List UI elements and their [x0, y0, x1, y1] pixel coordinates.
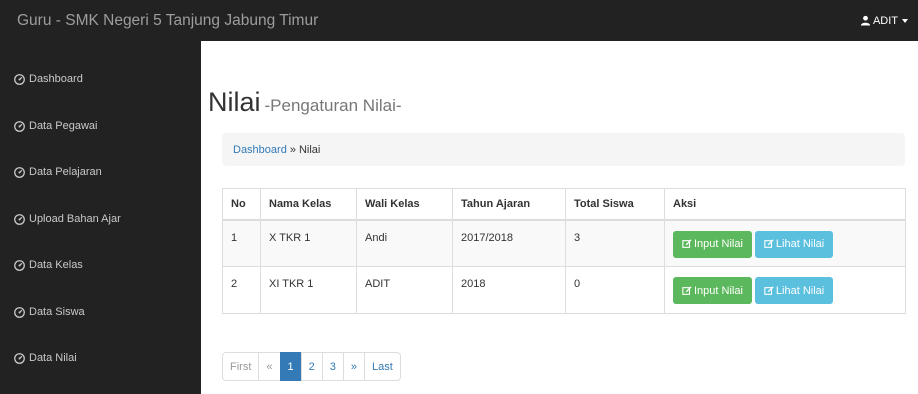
sidebar-item-data-nilai[interactable]: Data Nilai [14, 350, 77, 366]
sidebar-item-label: Dashboard [29, 73, 83, 85]
col-header-aksi: Aksi [664, 188, 906, 221]
sidebar-item-data-pegawai[interactable]: Data Pegawai [14, 118, 98, 134]
pagination: First « 1 2 3 » Last [222, 352, 401, 381]
input-nilai-label: Input Nilai [694, 238, 743, 250]
edit-icon [682, 239, 692, 249]
sidebar-item-label: Data Pelajaran [29, 166, 102, 178]
pagination-first[interactable]: First [222, 352, 260, 381]
user-icon [860, 15, 871, 26]
top-navbar: Guru - SMK Negeri 5 Tanjung Jabung Timur… [0, 0, 918, 41]
page-title: Nilai -Pengaturan Nilai- [208, 87, 402, 118]
col-header-total-siswa: Total Siswa [565, 188, 665, 221]
cell-wali-kelas: Andi [356, 219, 453, 267]
cell-nama-kelas: XI TKR 1 [260, 266, 357, 314]
sidebar-item-label: Data Kelas [29, 259, 83, 271]
cell-nama-kelas: X TKR 1 [260, 219, 357, 267]
cell-aksi: Input Nilai Lihat Nilai [664, 266, 906, 314]
table-header-row: No Nama Kelas Wali Kelas Tahun Ajaran To… [222, 188, 906, 221]
cell-total-siswa: 0 [565, 266, 665, 314]
input-nilai-label: Input Nilai [694, 284, 743, 297]
sidebar-item-label: Data Nilai [29, 352, 77, 364]
sidebar-item-dashboard[interactable]: Dashboard [14, 71, 83, 87]
pagination-page-3[interactable]: 3 [321, 352, 344, 381]
pagination-page-1[interactable]: 1 [279, 352, 302, 381]
pagination-page-2[interactable]: 2 [300, 352, 323, 381]
sidebar-item-label: Upload Bahan Ajar [29, 213, 121, 225]
col-header-tahun-ajaran: Tahun Ajaran [452, 188, 566, 221]
edit-icon [764, 286, 774, 296]
sidebar-item-data-pelajaran[interactable]: Data Pelajaran [14, 164, 102, 180]
dashboard-icon [14, 167, 25, 178]
dashboard-icon [14, 74, 25, 85]
input-nilai-button[interactable]: Input Nilai [673, 230, 752, 258]
main-content: Nilai -Pengaturan Nilai- Dashboard » Nila… [201, 41, 918, 394]
sidebar-item-upload-bahan-ajar[interactable]: Upload Bahan Ajar [14, 211, 121, 227]
sidebar-item-data-kelas[interactable]: Data Kelas [14, 257, 83, 273]
breadcrumb-current: Nilai [298, 143, 321, 156]
dashboard-icon [14, 121, 25, 132]
table-row: 1 X TKR 1 Andi 2017/2018 3 Input Nilai L… [222, 219, 906, 267]
col-header-nama-kelas: Nama Kelas [260, 188, 357, 221]
sidebar: Dashboard Data Pegawai Data Pelajaran Up… [0, 41, 201, 394]
dashboard-icon [14, 353, 25, 364]
breadcrumb-separator: » [289, 143, 296, 156]
lihat-nilai-label: Lihat Nilai [775, 238, 825, 250]
cell-tahun-ajaran: 2018 [452, 266, 566, 314]
col-header-wali-kelas: Wali Kelas [356, 188, 453, 221]
dashboard-icon [14, 214, 25, 225]
sidebar-item-label: Data Siswa [29, 306, 85, 318]
edit-icon [764, 239, 774, 249]
cell-no: 2 [222, 266, 261, 314]
user-name: ADIT [872, 14, 898, 27]
cell-tahun-ajaran: 2017/2018 [452, 219, 566, 267]
cell-no: 1 [222, 219, 261, 267]
breadcrumb-dashboard-link[interactable]: Dashboard [233, 144, 287, 156]
col-header-no: No [222, 188, 261, 221]
sidebar-item-label: Data Pegawai [29, 120, 98, 132]
cell-aksi: Input Nilai Lihat Nilai [664, 219, 906, 267]
table-row: 2 XI TKR 1 ADIT 2018 0 Input Nilai Lihat… [222, 266, 906, 314]
dashboard-icon [14, 307, 25, 318]
dashboard-icon [14, 260, 25, 271]
pagination-prev[interactable]: « [258, 352, 281, 381]
pagination-next[interactable]: » [342, 352, 366, 381]
user-menu[interactable]: ADIT [860, 15, 908, 27]
brand-title[interactable]: Guru - SMK Negeri 5 Tanjung Jabung Timur [17, 12, 318, 30]
lihat-nilai-label: Lihat Nilai [775, 284, 825, 297]
page-subtitle: -Pengaturan Nilai- [264, 96, 402, 115]
pagination-last[interactable]: Last [364, 352, 401, 381]
edit-icon [682, 286, 692, 296]
breadcrumb: Dashboard » Nilai [222, 133, 905, 166]
caret-down-icon [902, 18, 908, 23]
lihat-nilai-button[interactable]: Lihat Nilai [754, 230, 834, 258]
cell-wali-kelas: ADIT [356, 266, 453, 314]
nilai-table: No Nama Kelas Wali Kelas Tahun Ajaran To… [222, 188, 906, 314]
sidebar-item-data-siswa[interactable]: Data Siswa [14, 304, 85, 320]
input-nilai-button[interactable]: Input Nilai [673, 277, 752, 304]
page-title-main: Nilai [208, 87, 261, 117]
cell-total-siswa: 3 [565, 219, 665, 267]
lihat-nilai-button[interactable]: Lihat Nilai [754, 277, 834, 304]
